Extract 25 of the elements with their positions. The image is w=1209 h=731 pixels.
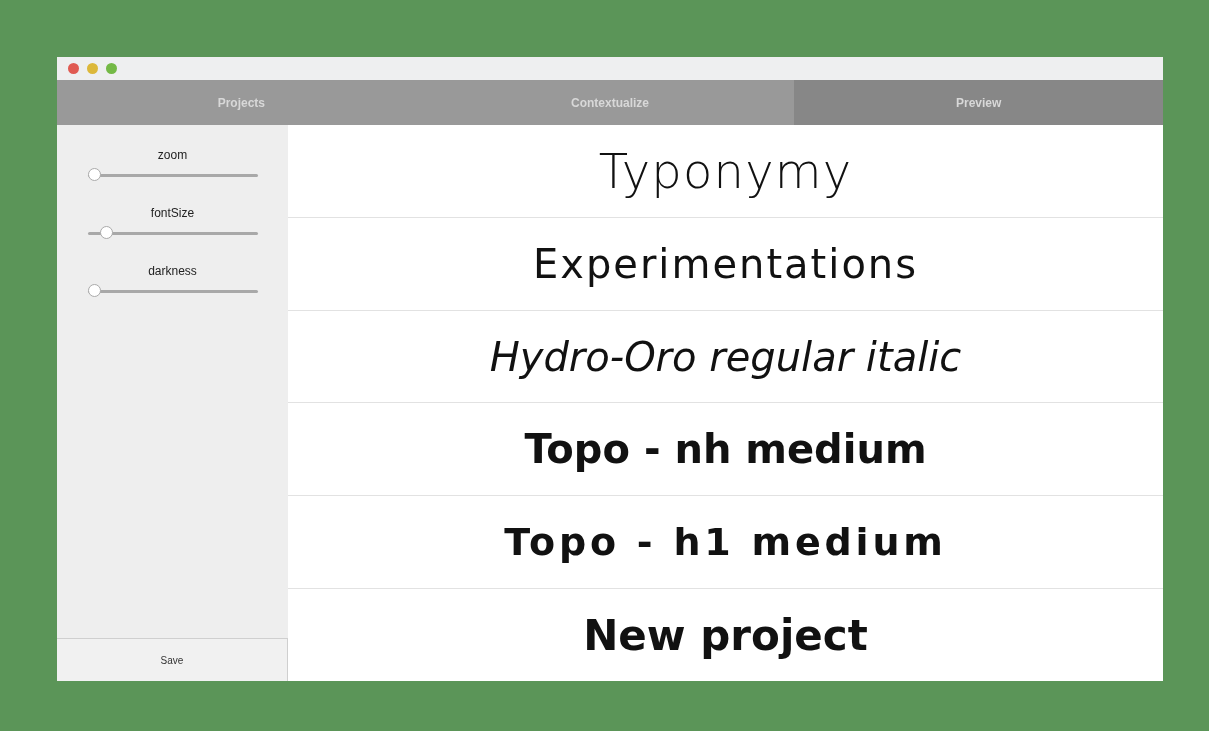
project-row[interactable]: Topo - nh medium: [288, 403, 1163, 497]
project-name: Topo - nh medium: [524, 425, 927, 475]
slider-label: fontSize: [150, 206, 195, 220]
slider[interactable]: [87, 284, 258, 298]
project-row[interactable]: Topo - h1 medium: [288, 496, 1163, 590]
project-name: New project: [583, 609, 868, 662]
slider[interactable]: [87, 226, 258, 240]
project-name: Topo - h1 medium: [504, 518, 947, 566]
project-name: Hydro-Oro regular italic: [489, 332, 962, 382]
project-name: Typonymy: [598, 141, 853, 201]
project-name: Experimentations: [532, 239, 919, 289]
project-row[interactable]: Experimentations: [288, 217, 1163, 311]
slider-thumb[interactable]: [100, 226, 114, 239]
slider[interactable]: [87, 168, 258, 182]
project-row[interactable]: New project: [288, 589, 1163, 681]
maximize-button[interactable]: [106, 63, 117, 74]
project-row[interactable]: Typonymy: [288, 125, 1163, 218]
close-button[interactable]: [68, 63, 79, 74]
slider-thumb[interactable]: [87, 284, 101, 297]
save-button[interactable]: Save: [57, 638, 288, 681]
slider-label: darkness: [148, 264, 197, 278]
minimize-button[interactable]: [87, 63, 98, 74]
project-row[interactable]: Hydro-Oro regular italic: [288, 310, 1163, 404]
slider-thumb[interactable]: [87, 168, 101, 181]
slider-label: zoom: [157, 148, 188, 162]
